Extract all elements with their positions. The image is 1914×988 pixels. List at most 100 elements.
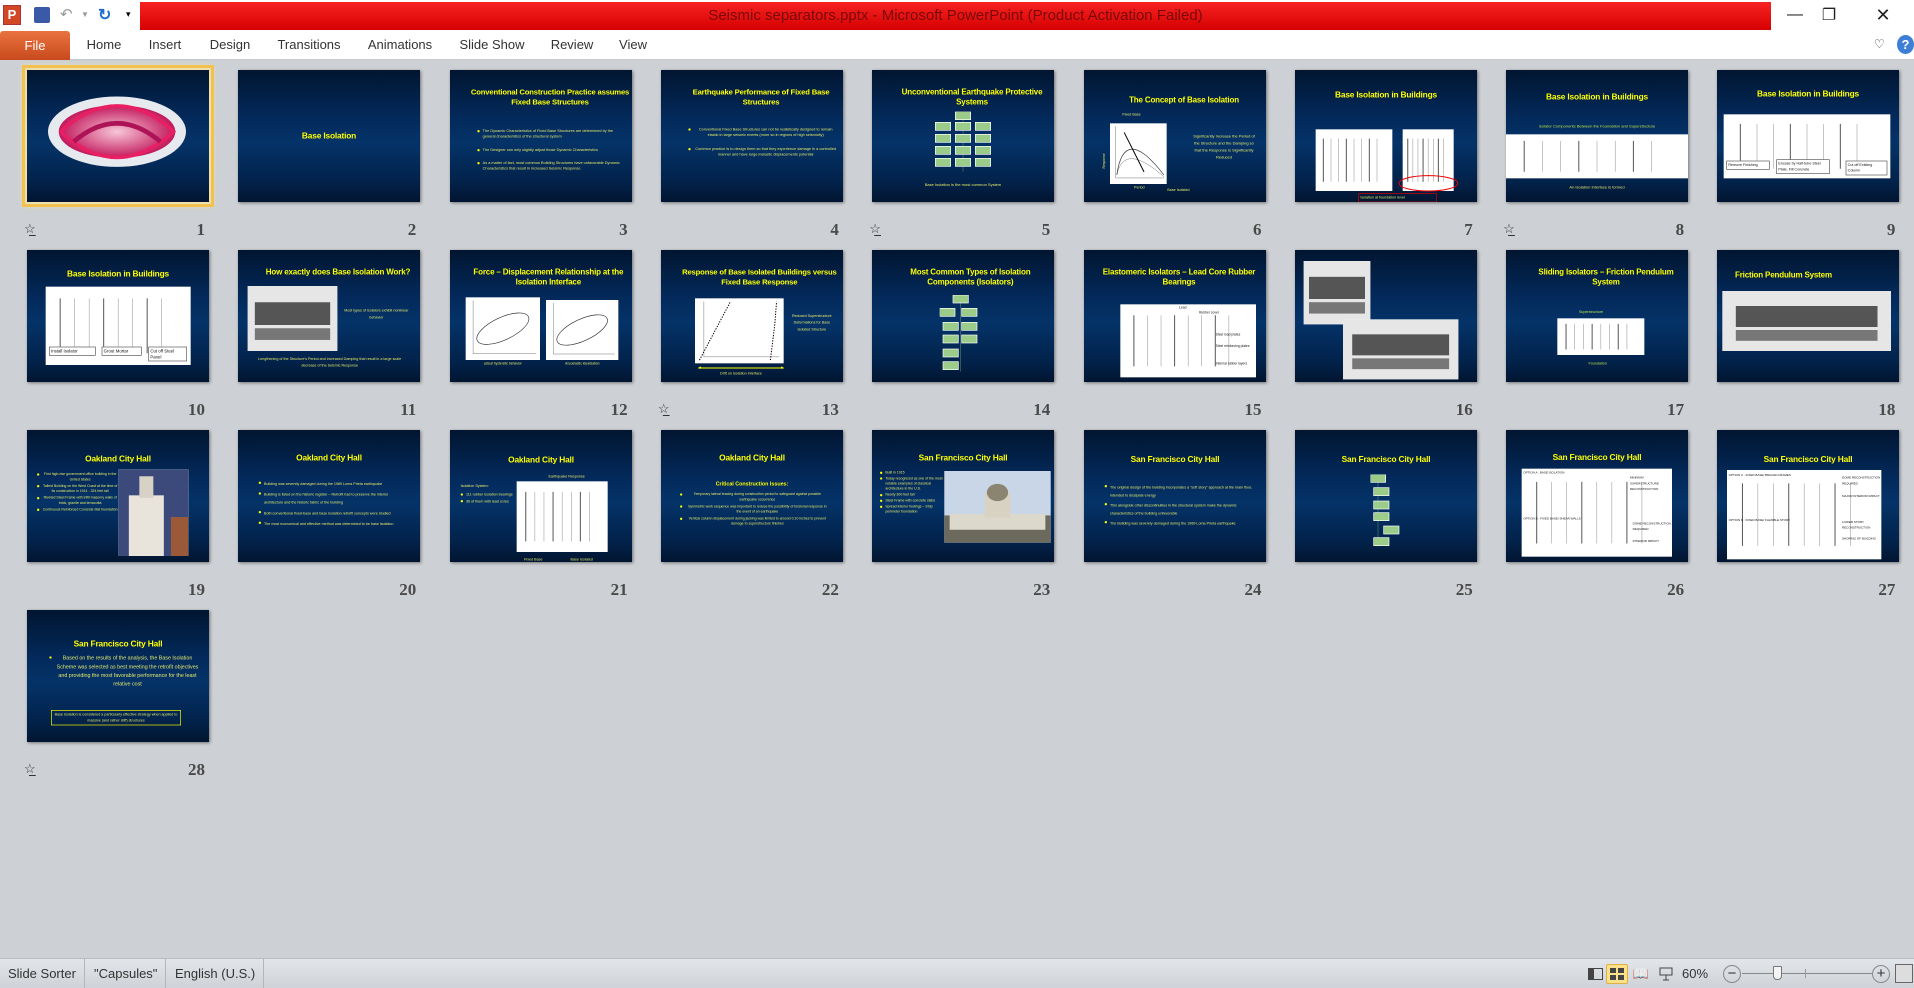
slide-preview[interactable]: Base Isolation in Buildings Isolator Comp… [1506,70,1689,202]
undo-icon[interactable]: ↶ [60,5,73,25]
slide-thumbnail-24[interactable]: San Francisco City Hall The original desi… [1083,430,1266,599]
fit-to-window-icon[interactable] [1895,964,1913,983]
slide-preview[interactable]: Oakland City Hall Building was severely d… [238,430,421,562]
restore-button[interactable]: ❐ [1806,0,1852,30]
tab-animations[interactable]: Animations [368,30,432,60]
slide-preview[interactable]: San Francisco City Hall The original desi… [1083,430,1266,562]
slide-preview[interactable]: How exactly does Base Isolation Work? Mos… [238,250,421,382]
zoom-slider-track[interactable] [1742,973,1872,974]
slide-preview[interactable]: Oakland City Hall 111 rubber isolation be… [449,430,632,562]
tab-home[interactable]: Home [87,30,122,60]
tab-design[interactable]: Design [210,30,250,60]
slide-preview[interactable]: Response of Base Isolated Buildings vers… [660,250,843,382]
slide-thumbnail-2[interactable]: Base Isolation 2 [238,70,421,239]
slide-text: OPTION C : FIXED BASE/ BRACED FRAMES [1729,473,1792,477]
slide-thumbnail-26[interactable]: San Francisco City Hall OPTION A : BASE I… [1506,430,1689,599]
animation-star-icon[interactable]: ☆̲ [658,401,670,417]
slide-preview[interactable]: Unconventional Earthquake Protective Sys… [872,70,1055,202]
slide-preview[interactable]: San Francisco City Hall OPTION C : FIXED … [1717,430,1900,562]
slide-preview[interactable]: Most Common Types of Isolation Component… [872,250,1055,382]
slide-image [929,111,996,172]
close-button[interactable]: ✕ [1860,0,1906,30]
slide-thumbnail-14[interactable]: Most Common Types of Isolation Component… [872,250,1055,419]
help-icon[interactable]: ? [1897,35,1914,54]
status-theme[interactable]: "Capsules" [86,959,167,988]
tab-slide-show[interactable]: Slide Show [459,30,524,60]
slide-preview[interactable]: Sliding Isolators – Friction Pendulum Sy… [1506,250,1689,382]
slide-preview[interactable]: San Francisco City Hall [1294,430,1477,562]
slide-thumbnail-12[interactable]: Force – Displacement Relationship at the… [449,250,632,419]
slide-thumbnail-19[interactable]: Oakland City Hall First high-rise governm… [27,430,209,599]
slide-preview[interactable]: Friction Pendulum System [1717,250,1900,382]
save-icon[interactable] [34,7,50,23]
tab-review[interactable]: Review [551,30,594,60]
customize-toolbar-icon[interactable]: ▾ [126,9,131,29]
slide-thumbnail-22[interactable]: Oakland City Hall Temporary lateral braci… [660,430,843,599]
slide-preview[interactable]: San Francisco City Hall OPTION A : BASE I… [1506,430,1689,562]
slide-thumbnail-5[interactable]: Unconventional Earthquake Protective Sys… [869,70,1055,239]
animation-star-icon[interactable]: ☆̲ [24,761,36,777]
slide-thumbnail-17[interactable]: Sliding Isolators – Friction Pendulum Sy… [1506,250,1689,419]
slide-thumbnail-21[interactable]: Oakland City Hall 111 rubber isolation be… [449,430,632,599]
status-language[interactable]: English (U.S.) [167,959,265,988]
slide-thumbnail-1[interactable]: ☆̲ 1 [22,65,214,239]
normal-view-icon[interactable] [1584,964,1606,984]
slide-thumbnail-3[interactable]: Conventional Construction Practice assum… [449,70,632,239]
slide-thumbnail-23[interactable]: San Francisco City Hall Built in 1915 Toda… [872,430,1055,599]
slide-canvas: San Francisco City Hall The original desi… [1083,430,1266,562]
slide-thumbnail-20[interactable]: Oakland City Hall Building was severely d… [238,430,421,599]
slide-thumbnail-16[interactable]: 16 [1294,250,1477,419]
slide-preview[interactable]: Base Isolation [238,70,421,202]
slide-thumbnail-7[interactable]: Base Isolation in Buildings Isolation at … [1294,70,1477,239]
tab-insert[interactable]: Insert [149,30,182,60]
slide-thumbnail-4[interactable]: Earthquake Performance of Fixed Base Str… [660,70,843,239]
slide-thumbnail-27[interactable]: San Francisco City Hall OPTION C : FIXED … [1717,430,1900,599]
slide-preview[interactable] [1294,250,1477,382]
slide-preview[interactable]: Base Isolation in Buildings Remove Finish… [1717,70,1900,202]
slide-thumbnail-8[interactable]: Base Isolation in Buildings Isolator Comp… [1503,70,1689,239]
slide-preview[interactable] [22,65,214,207]
slide-preview[interactable]: Base Isolation in Buildings Install Isola… [27,250,209,382]
slide-sorter-view-icon[interactable] [1606,964,1628,984]
slide-thumbnail-15[interactable]: Elastomeric Isolators – Lead Core Rubber… [1083,250,1266,419]
undo-dropdown-icon[interactable]: ▼ [81,10,89,30]
slide-thumbnail-10[interactable]: Base Isolation in Buildings Install Isola… [27,250,209,419]
slide-thumbnail-25[interactable]: San Francisco City Hall 25 [1294,430,1477,599]
slide-preview[interactable]: The Concept of Base Isolation Significant… [1083,70,1266,202]
slide-thumbnail-6[interactable]: The Concept of Base Isolation Significant… [1083,70,1266,239]
slide-text: LOWER STORY RECONSTRUCTION [1842,520,1871,530]
zoom-out-button[interactable]: − [1723,965,1741,983]
zoom-in-button[interactable]: + [1872,965,1890,983]
tab-transitions[interactable]: Transitions [277,30,340,60]
slide-bullet: Tallest Building on the West Coast at th… [36,484,118,495]
minimize-ribbon-icon[interactable]: ♡ [1874,37,1885,51]
slide-thumbnail-28[interactable]: San Francisco City Hall Based on the resu… [24,610,209,779]
slide-preview[interactable]: San Francisco City Hall Based on the resu… [27,610,209,742]
slide-thumbnail-18[interactable]: Friction Pendulum System 18 [1717,250,1900,419]
animation-star-icon[interactable]: ☆̲ [869,221,881,237]
slide-preview[interactable]: Force – Displacement Relationship at the… [449,250,632,382]
slide-preview[interactable]: Oakland City Hall First high-rise governm… [27,430,209,562]
slide-thumbnail-9[interactable]: Base Isolation in Buildings Remove Finish… [1717,70,1900,239]
slide-thumbnail-11[interactable]: How exactly does Base Isolation Work? Mos… [238,250,421,419]
tab-file[interactable]: File [0,31,70,60]
animation-star-icon[interactable]: ☆̲ [24,221,36,237]
slide-preview[interactable]: Conventional Construction Practice assum… [449,70,632,202]
slide-preview[interactable]: Earthquake Performance of Fixed Base Str… [660,70,843,202]
reading-view-icon[interactable]: 📖 [1630,964,1652,984]
zoom-level[interactable]: 60% [1682,959,1708,988]
slide-text: Critical Construction Issues: [715,481,789,487]
redo-icon[interactable]: ↻ [98,5,111,25]
animation-star-icon[interactable]: ☆̲ [1503,221,1515,237]
slide-thumbnail-13[interactable]: Response of Base Isolated Buildings vers… [658,250,843,419]
slide-number: 12 [610,400,628,419]
status-view: Slide Sorter [0,959,85,988]
powerpoint-logo-icon[interactable]: P [3,5,21,25]
zoom-slider-thumb[interactable] [1773,966,1782,980]
slide-preview[interactable]: Base Isolation in Buildings Isolation at … [1294,70,1477,202]
tab-view[interactable]: View [619,30,647,60]
slide-show-view-icon[interactable] [1655,964,1677,984]
slide-preview[interactable]: San Francisco City Hall Built in 1915 Toda… [872,430,1055,562]
slide-preview[interactable]: Elastomeric Isolators – Lead Core Rubber… [1083,250,1266,382]
slide-preview[interactable]: Oakland City Hall Temporary lateral braci… [660,430,843,562]
